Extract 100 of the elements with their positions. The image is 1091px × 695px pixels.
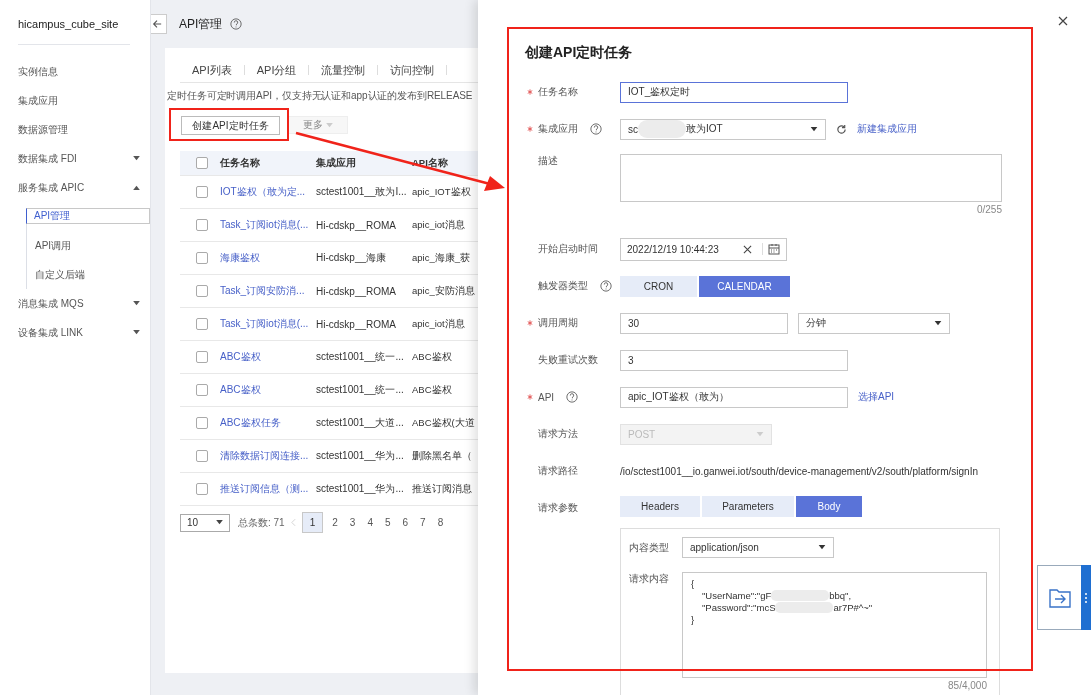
clear-icon[interactable] [743, 244, 752, 254]
sidebar-item[interactable]: 集成应用 [18, 86, 140, 115]
table-cell-text: Hi-cdskp__ROMA [316, 318, 398, 330]
close-icon[interactable] [1058, 16, 1068, 26]
checkbox[interactable] [196, 219, 208, 231]
task-name-link[interactable]: ABC鉴权任务 [220, 416, 316, 430]
page-number[interactable]: 1 [301, 512, 324, 533]
column-header: 任务名称 [220, 156, 261, 170]
task-name-link[interactable]: 清除数据订阅连接... [220, 449, 316, 463]
field-label: 描述 [538, 154, 558, 168]
table-cell-text: sctest1001__华为... [316, 449, 405, 463]
caret-icon [756, 431, 764, 437]
trigger-type-option[interactable]: CRON [620, 275, 697, 297]
task-name-link[interactable]: Task_订阅iot消息(... [220, 317, 316, 331]
page-number[interactable]: 3 [346, 515, 359, 530]
checkbox[interactable] [196, 483, 208, 495]
caret-icon [818, 545, 826, 550]
checkbox[interactable] [196, 351, 208, 363]
tab[interactable]: 访问控制 [378, 65, 448, 75]
sidebar-item[interactable]: 数据源管理 [18, 115, 140, 144]
table-cell-text: ABC鉴权(大道 [412, 416, 476, 430]
task-name-link[interactable]: 推送订阅信息（测... [220, 482, 316, 496]
field-label: 内容类型 [629, 540, 670, 555]
drawer-title: 创建API定时任务 [525, 44, 634, 62]
help-icon[interactable] [590, 123, 602, 135]
side-float-button[interactable] [1037, 565, 1091, 630]
caret-icon [133, 156, 140, 161]
table-cell-text: sctest1001__华为... [316, 482, 405, 496]
folder-arrow-icon [1048, 586, 1072, 609]
page-number[interactable]: 8 [434, 515, 447, 530]
caret-icon [216, 520, 223, 525]
new-app-link[interactable]: 新建集成应用 [857, 122, 917, 136]
create-task-button[interactable]: 创建API定时任务 [181, 116, 280, 135]
task-name-link[interactable]: Task_订阅安防消... [220, 284, 316, 298]
page-number[interactable]: 5 [381, 515, 394, 530]
checkbox[interactable] [196, 252, 208, 264]
unit-select[interactable]: 分钟 [798, 312, 950, 334]
sidebar-item[interactable]: 消息集成 MQS [18, 289, 140, 318]
description-field[interactable] [620, 154, 1002, 202]
table-cell-text: apic_IOT鉴权 [412, 185, 472, 199]
checkbox[interactable] [196, 285, 208, 297]
text-field[interactable]: 3 [620, 349, 848, 371]
table-cell-text: 推送订阅消息 [412, 482, 473, 496]
date-time-field[interactable]: 2022/12/19 10:44:23 [620, 237, 787, 261]
field-label: 失败重试次数 [538, 353, 598, 367]
task-name-link[interactable]: ABC鉴权 [220, 350, 316, 364]
field-label: 请求参数 [538, 501, 578, 515]
help-icon[interactable] [600, 280, 612, 292]
task-name-link[interactable]: 海康鉴权 [220, 251, 316, 265]
checkbox[interactable] [196, 450, 208, 462]
help-icon[interactable] [566, 391, 579, 403]
table-cell-text: ABC鉴权 [412, 383, 453, 397]
page-size-select[interactable]: 10 [180, 513, 230, 532]
sidebar-item[interactable]: 数据集成 FDI [18, 144, 140, 173]
field-label: 任务名称 [538, 85, 578, 99]
page-number[interactable]: 7 [417, 515, 429, 530]
field-label: API [538, 391, 555, 403]
table-cell-text: sctest1001__敢为I... [316, 185, 408, 199]
parameter-tab[interactable]: Body [796, 496, 862, 517]
request-body-field[interactable]: { "UserName":"gF bbq", "Password":"mcS ar7P#^~" } [682, 572, 987, 678]
sidebar-item[interactable]: 服务集成 APIC [18, 173, 140, 202]
field-label: 调用周期 [538, 316, 578, 330]
previous-page-icon[interactable] [290, 518, 296, 527]
task-name-link[interactable]: Task_订阅iot消息(... [220, 218, 316, 232]
field-label: 集成应用 [538, 122, 578, 136]
task-name-link[interactable]: ABC鉴权 [220, 383, 316, 397]
back-button[interactable] [151, 14, 167, 34]
select-field[interactable]: sc 敢为IOT [620, 118, 826, 140]
parameter-tab[interactable]: Headers [620, 496, 700, 517]
select-api-link[interactable]: 选择API [858, 390, 895, 404]
field-label: 触发器类型 [538, 279, 588, 293]
period-field[interactable]: 30 [620, 312, 788, 334]
tab[interactable]: 流量控制 [309, 65, 379, 75]
sidebar-subitem[interactable]: 自定义后端 [26, 260, 150, 289]
page-number[interactable]: 4 [364, 515, 376, 530]
checkbox[interactable] [196, 186, 208, 198]
refresh-icon[interactable] [836, 123, 847, 135]
parameter-tab[interactable]: Parameters [702, 496, 794, 517]
sidebar-item[interactable]: 实例信息 [18, 57, 140, 86]
page-number[interactable]: 6 [399, 515, 412, 530]
checkbox[interactable] [196, 417, 208, 429]
sidebar-item[interactable]: 设备集成 LINK [18, 318, 140, 347]
request-path: /io/sctest1001__io.ganwei.iot/south/device-management/v2/south/platform/signIn [620, 465, 978, 477]
content-type-select[interactable]: application/json [682, 537, 834, 558]
checkbox[interactable] [196, 157, 208, 169]
sidebar-subitem[interactable]: API调用 [26, 231, 150, 260]
trigger-type-option[interactable]: CALENDAR [699, 275, 790, 297]
sidebar-subitem[interactable]: API管理 [26, 208, 150, 224]
page-number[interactable]: 2 [329, 515, 341, 530]
tab[interactable]: API列表 [180, 65, 245, 75]
checkbox[interactable] [196, 384, 208, 396]
checkbox[interactable] [196, 318, 208, 330]
task-name-link[interactable]: IOT鉴权（敢为定... [220, 185, 316, 199]
text-field[interactable]: IOT_鉴权定时 [620, 81, 848, 103]
field-label: 请求内容 [629, 572, 670, 586]
table-cell-text: ABC鉴权 [412, 350, 453, 364]
tab[interactable]: API分组 [244, 65, 310, 75]
help-icon[interactable] [230, 18, 243, 30]
text-field[interactable]: apic_IOT鉴权（敢为） [620, 386, 848, 408]
calendar-icon[interactable] [762, 243, 780, 255]
